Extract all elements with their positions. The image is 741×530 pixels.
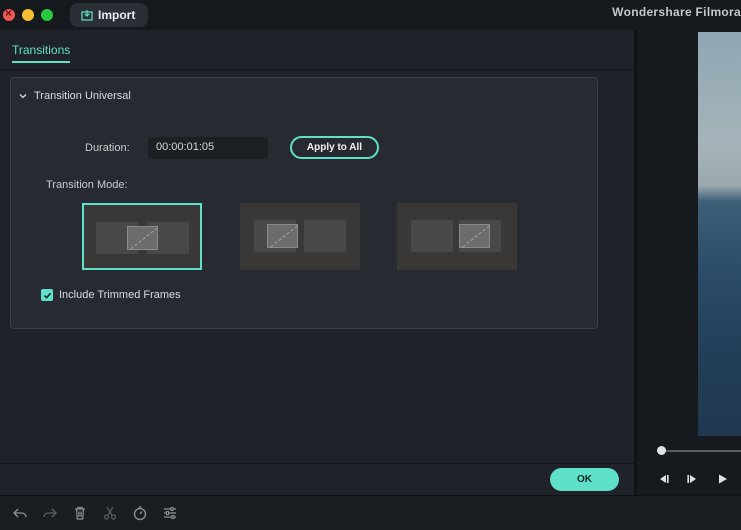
- next-frame-icon[interactable]: [685, 473, 699, 485]
- tab-bar: Transitions: [0, 30, 634, 70]
- previous-frame-icon[interactable]: [657, 473, 671, 485]
- transition-universal-section: Transition Universal Duration: 00:00:01:…: [10, 77, 598, 329]
- include-trimmed-row[interactable]: Include Trimmed Frames: [41, 289, 181, 301]
- play-icon[interactable]: [716, 473, 730, 485]
- transition-mode-postfix-icon: [459, 224, 490, 248]
- clip-a-shape: [411, 220, 453, 252]
- preview-panel: [637, 30, 741, 495]
- import-icon: [81, 10, 93, 21]
- cut-icon[interactable]: [102, 505, 118, 521]
- apply-to-all-button[interactable]: Apply to All: [290, 136, 379, 159]
- clip-b-shape: [304, 220, 346, 252]
- speed-icon[interactable]: [132, 505, 148, 521]
- transition-mode-label: Transition Mode:: [46, 179, 128, 191]
- redo-icon[interactable]: [42, 505, 58, 521]
- playback-scrubber[interactable]: [657, 450, 741, 452]
- transition-mode-overlap[interactable]: [82, 203, 202, 270]
- maximize-window-button[interactable]: [41, 9, 53, 21]
- delete-icon[interactable]: [72, 505, 88, 521]
- import-button[interactable]: Import: [70, 3, 148, 27]
- import-label: Import: [98, 8, 136, 22]
- duration-input[interactable]: 00:00:01:05: [148, 137, 268, 159]
- title-bar: Import Wondershare Filmora: [0, 0, 741, 30]
- transition-mode-prefix-icon: [267, 224, 298, 248]
- tab-transitions[interactable]: Transitions: [12, 43, 71, 63]
- transition-mode-postfix[interactable]: [397, 203, 517, 270]
- chevron-down-icon: [19, 94, 27, 99]
- section-header[interactable]: Transition Universal: [19, 90, 131, 102]
- transition-mode-overlap-icon: [127, 226, 158, 250]
- duration-label: Duration:: [85, 142, 130, 154]
- adjust-icon[interactable]: [162, 505, 178, 521]
- scrubber-handle[interactable]: [657, 446, 666, 455]
- app-title: Wondershare Filmora: [612, 5, 741, 19]
- section-title: Transition Universal: [34, 90, 131, 102]
- include-trimmed-label: Include Trimmed Frames: [59, 289, 181, 301]
- undo-icon[interactable]: [12, 505, 28, 521]
- include-trimmed-checkbox[interactable]: [41, 289, 53, 301]
- ok-button[interactable]: OK: [550, 468, 619, 491]
- checkmark-icon: [43, 292, 51, 299]
- transition-settings-panel: Transitions Transition Universal Duratio…: [0, 30, 634, 463]
- transition-mode-prefix[interactable]: [240, 203, 360, 270]
- minimize-window-button[interactable]: [22, 9, 34, 21]
- close-window-button[interactable]: [3, 6, 15, 21]
- bottom-toolbar: [0, 495, 741, 530]
- video-preview: [698, 32, 741, 436]
- panel-footer: OK: [0, 463, 634, 495]
